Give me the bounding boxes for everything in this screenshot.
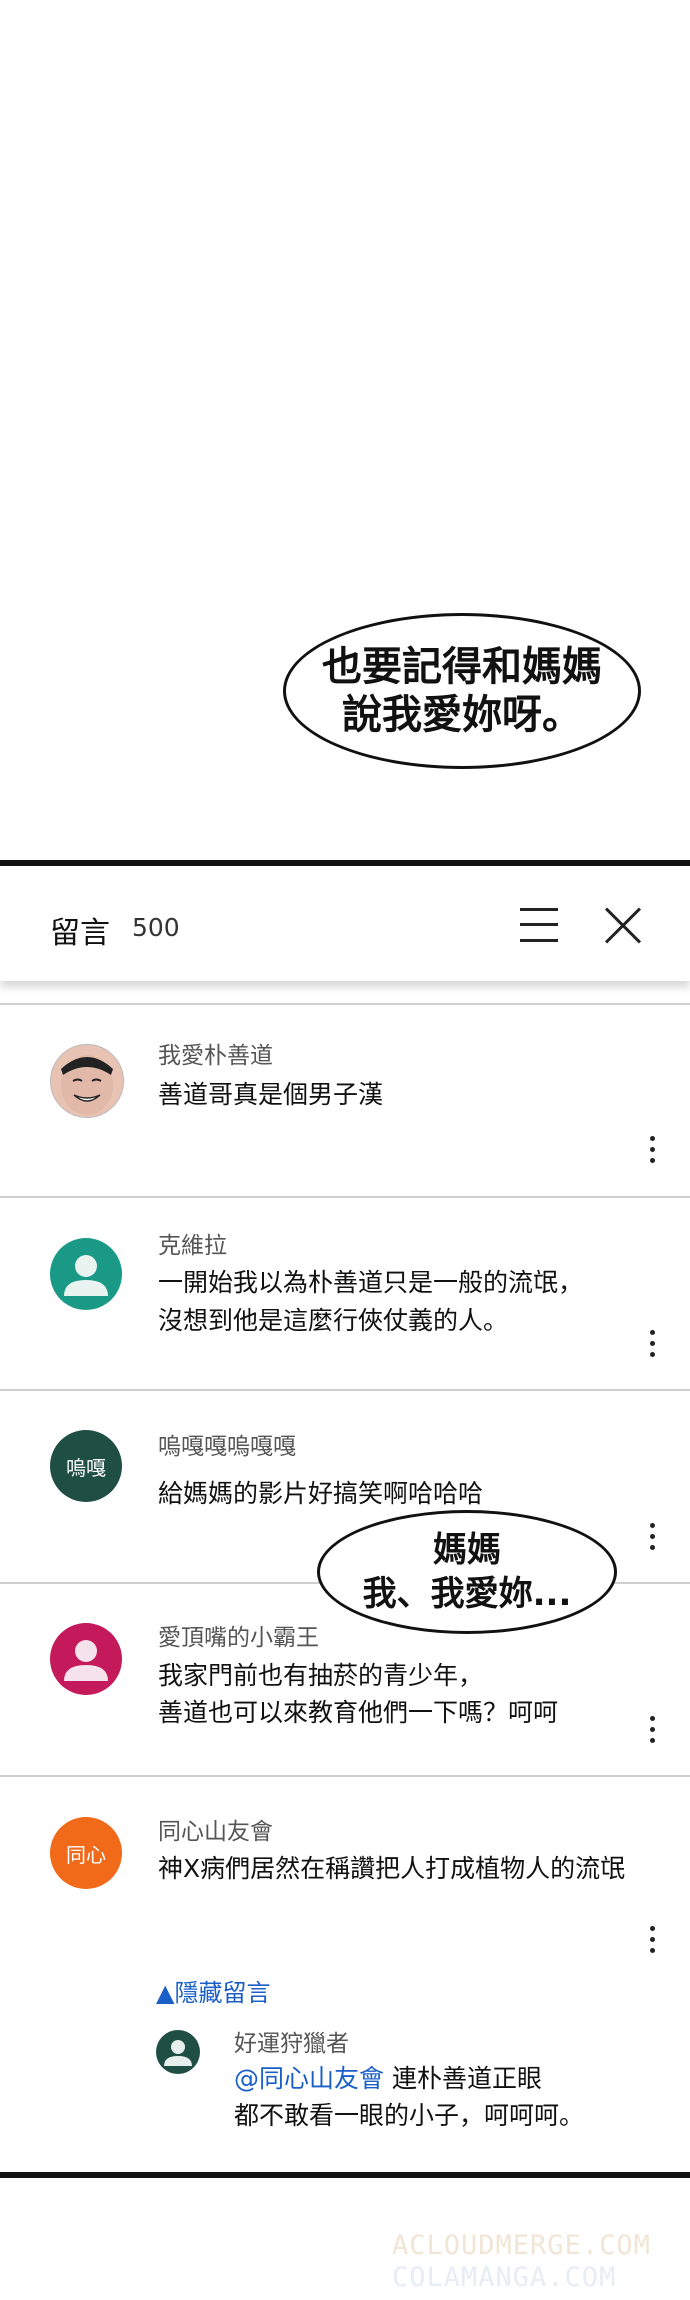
avatar[interactable] [50, 1044, 124, 1118]
user-silhouette-icon [164, 2040, 192, 2066]
more-options-icon[interactable] [650, 1716, 656, 1749]
reply-text: 都不敢看一眼的小子，呵呵呵。 [234, 2101, 585, 2130]
comment-author[interactable]: 我愛朴善道 [158, 1036, 273, 1070]
reply-text: @同心山友會 連朴善道正眼 [234, 2060, 542, 2098]
comment-divider [0, 1775, 690, 1777]
more-options-icon[interactable] [650, 1136, 656, 1169]
avatar-initials: 同心 [66, 1842, 106, 1867]
comment-text: 一開始我以為朴善道只是一般的流氓， [158, 1268, 584, 1297]
more-options-icon[interactable] [650, 1330, 656, 1363]
comment-author[interactable]: 愛頂嘴的小霸王 [158, 1618, 319, 1652]
comment-text: 給媽媽的影片好搞笑啊哈哈哈 [158, 1479, 484, 1508]
avatar-initials: 嗚嘎 [66, 1455, 106, 1480]
comment-divider [0, 1196, 690, 1198]
sort-menu-icon[interactable] [520, 908, 558, 942]
speech-bubble-mid: 媽媽 我、我愛妳... [317, 1510, 617, 1634]
more-options-icon[interactable] [650, 1523, 656, 1556]
panel-border-bottom [0, 2172, 690, 2178]
watermark: ACLOUDMERGE.COM [392, 2230, 651, 2261]
comments-header: 留言 500 [0, 866, 690, 981]
speech-line: 也要記得和媽媽 [322, 644, 602, 690]
comment-text: 我家門前也有抽菸的青少年， [158, 1661, 484, 1690]
reply-author[interactable]: 好運狩獵者 [234, 2024, 349, 2058]
face-avatar-icon [61, 1055, 113, 1115]
speech-line: 我、我愛妳... [362, 1574, 572, 1614]
watermark: COLAMANGA.COM [392, 2262, 617, 2293]
comments-title: 留言 [50, 916, 110, 951]
more-options-icon[interactable] [650, 1926, 656, 1959]
hide-replies-link[interactable]: ▲隱藏留言 [156, 1973, 270, 2008]
comment-author[interactable]: 嗚嘎嘎嗚嘎嘎 [158, 1427, 296, 1461]
avatar[interactable]: 同心 [50, 1817, 122, 1889]
speech-line: 說我愛妳呀。 [342, 692, 582, 738]
comment-text: 善道也可以來教育他們一下嗎？呵呵 [158, 1698, 559, 1727]
speech-bubble-top: 也要記得和媽媽 說我愛妳呀。 [283, 613, 641, 769]
comment-author[interactable]: 克維拉 [158, 1226, 227, 1260]
mention-link[interactable]: @同心山友會 [234, 2064, 384, 2093]
avatar[interactable]: 嗚嘎 [50, 1430, 122, 1502]
comment-divider [0, 1389, 690, 1391]
close-icon[interactable] [603, 906, 643, 946]
avatar[interactable] [50, 1623, 122, 1695]
user-silhouette-icon [64, 1640, 108, 1681]
comment-author[interactable]: 同心山友會 [158, 1812, 273, 1846]
comments-count: 500 [132, 913, 180, 942]
avatar[interactable] [50, 1238, 122, 1310]
reply-text-part: 連朴善道正眼 [384, 2064, 542, 2093]
avatar[interactable] [156, 2030, 200, 2074]
comment-divider [0, 1003, 690, 1005]
comment-text: 神X病們居然在稱讚把人打成植物人的流氓 [158, 1854, 626, 1883]
user-silhouette-icon [64, 1255, 108, 1296]
speech-line: 媽媽 [433, 1530, 501, 1570]
comment-text: 沒想到他是這麼行俠仗義的人。 [158, 1306, 509, 1335]
comment-text: 善道哥真是個男子漢 [158, 1080, 384, 1109]
